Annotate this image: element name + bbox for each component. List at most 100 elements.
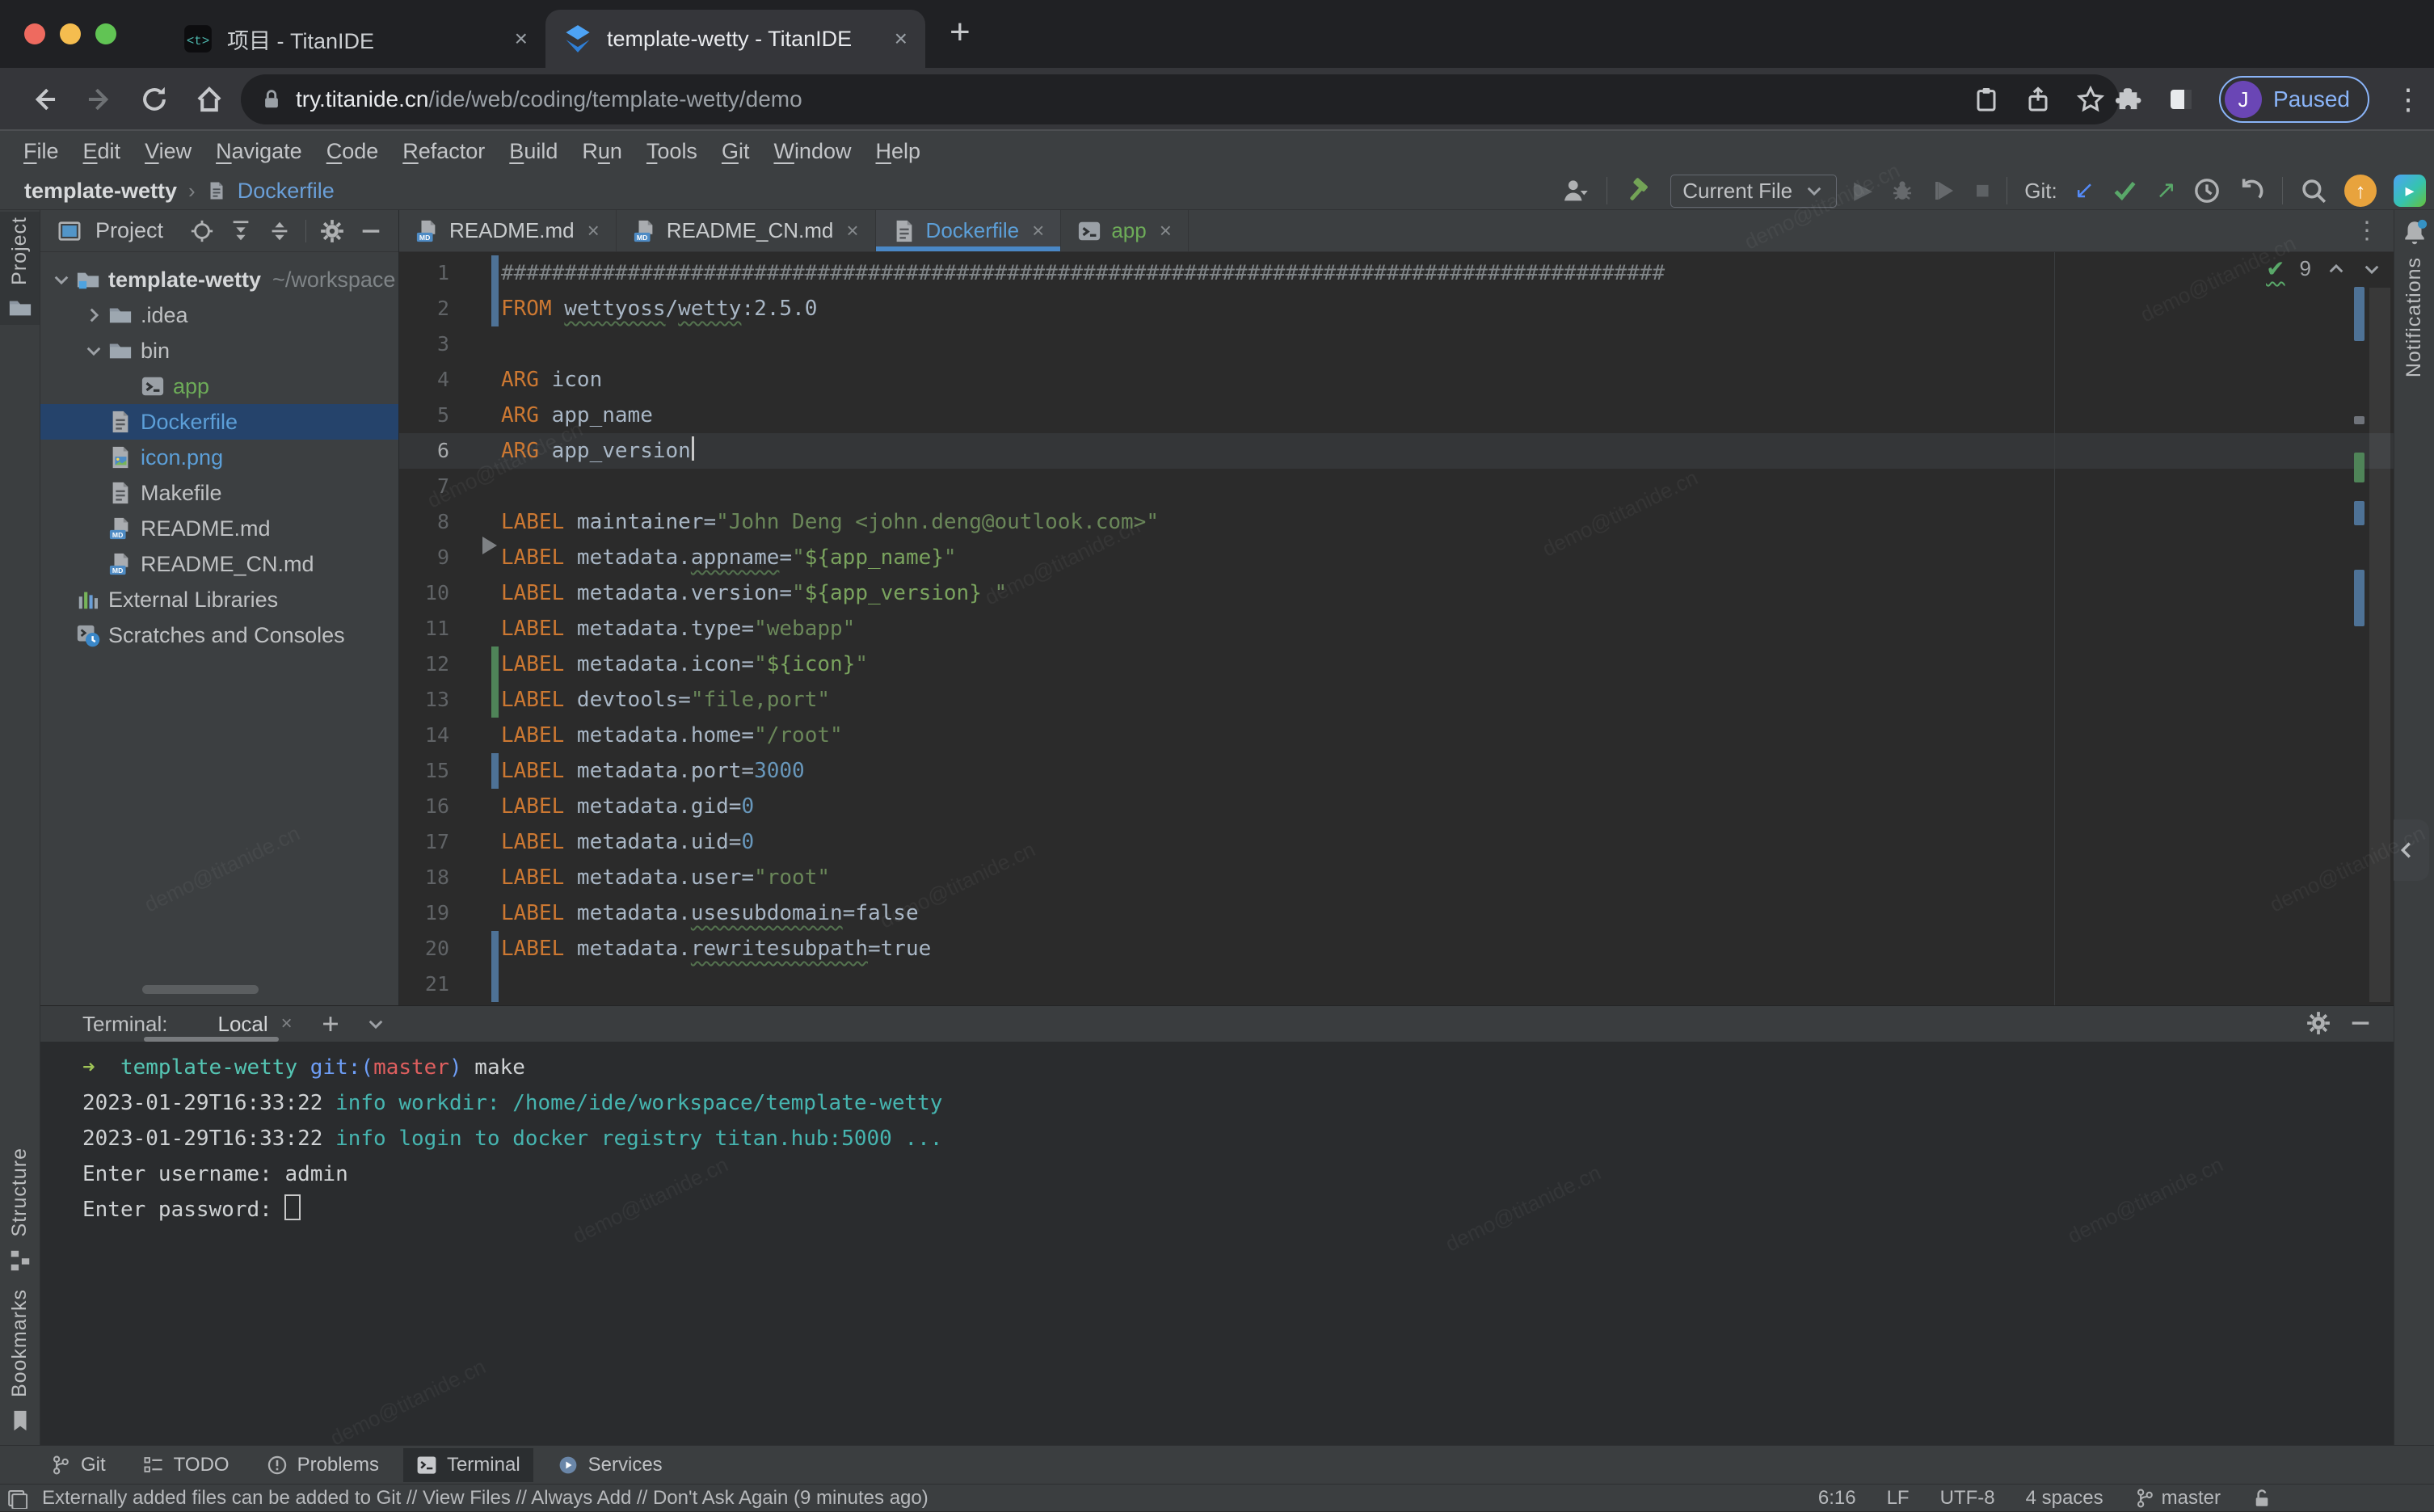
build-hammer-icon[interactable] bbox=[1624, 176, 1653, 205]
new-tab-button[interactable]: + bbox=[950, 15, 971, 50]
tree-item-readme-md[interactable]: MDREADME.md bbox=[40, 511, 399, 546]
window-minimize-button[interactable] bbox=[60, 23, 81, 44]
new-terminal-icon[interactable] bbox=[320, 1013, 341, 1034]
stripe-mark[interactable] bbox=[2354, 501, 2365, 525]
code-line[interactable]: 13LABEL devtools="file,port" bbox=[399, 682, 2394, 718]
toolwindow-button-terminal[interactable]: Terminal bbox=[403, 1448, 533, 1482]
collapse-all-icon[interactable] bbox=[267, 219, 293, 243]
debug-bug-icon[interactable] bbox=[1889, 178, 1915, 204]
git-commit-check-icon[interactable] bbox=[2112, 177, 2139, 204]
profile-button[interactable]: J Paused bbox=[2219, 76, 2369, 123]
lock-icon[interactable] bbox=[260, 86, 283, 112]
tab-close-icon[interactable]: × bbox=[587, 218, 600, 243]
chevron-up-icon[interactable] bbox=[2326, 259, 2347, 280]
tool-button-notifications[interactable]: Notifications bbox=[2394, 218, 2434, 377]
tab-close-icon[interactable]: × bbox=[1032, 218, 1044, 243]
inspection-widget[interactable]: ✔ 9 bbox=[2266, 255, 2382, 282]
line-ending[interactable]: LF bbox=[1887, 1487, 1910, 1510]
code-line[interactable]: 8LABEL maintainer="John Deng <john.deng@… bbox=[399, 504, 2394, 540]
breadcrumb-project[interactable]: template-wetty bbox=[24, 179, 177, 204]
terminal-output[interactable]: ➜ template-wetty git:(master) make2023-0… bbox=[40, 1042, 2394, 1228]
search-icon[interactable] bbox=[2300, 177, 2327, 204]
menu-edit[interactable]: Edit bbox=[71, 139, 133, 164]
gutter-marker-icon[interactable] bbox=[482, 537, 497, 554]
tree-item-external-libraries[interactable]: External Libraries bbox=[40, 582, 399, 617]
expand-all-icon[interactable] bbox=[228, 219, 254, 243]
menu-view[interactable]: View bbox=[133, 139, 204, 164]
menu-code[interactable]: Code bbox=[314, 139, 391, 164]
user-icon[interactable] bbox=[1560, 176, 1590, 205]
terminal-tab-close-icon[interactable]: × bbox=[281, 1013, 293, 1035]
code-line[interactable]: 1#######################################… bbox=[399, 255, 2394, 291]
tab-close-icon[interactable]: × bbox=[515, 26, 528, 52]
run-icon[interactable]: ▶ bbox=[1854, 179, 1872, 203]
tree-item-bin[interactable]: bin bbox=[40, 333, 399, 369]
stripe-mark[interactable] bbox=[2354, 416, 2365, 424]
stripe-mark[interactable] bbox=[2354, 453, 2365, 482]
window-zoom-button[interactable] bbox=[95, 23, 116, 44]
menu-refactor[interactable]: Refactor bbox=[390, 139, 497, 164]
code-line[interactable]: 21 bbox=[399, 967, 2394, 1002]
back-icon[interactable] bbox=[29, 84, 60, 115]
git-push-icon[interactable]: ↗ bbox=[2156, 179, 2176, 203]
menu-window[interactable]: Window bbox=[761, 139, 863, 164]
file-encoding[interactable]: UTF-8 bbox=[1940, 1487, 1995, 1510]
home-icon[interactable] bbox=[194, 84, 225, 115]
toolwindow-button-services[interactable]: Services bbox=[545, 1448, 676, 1482]
code-line[interactable]: 15LABEL metadata.port=3000 bbox=[399, 753, 2394, 789]
tool-button-project[interactable]: Project bbox=[0, 212, 40, 325]
unlock-icon[interactable] bbox=[2251, 1487, 2272, 1510]
tool-button-structure[interactable]: Structure bbox=[0, 1148, 40, 1272]
status-message[interactable]: Externally added files can be added to G… bbox=[42, 1487, 929, 1510]
editor-tab-options-icon[interactable]: ⋮ bbox=[2355, 217, 2394, 245]
code-line[interactable]: 3 bbox=[399, 326, 2394, 362]
tree-item-template-wetty[interactable]: template-wetty~/workspace bbox=[40, 262, 399, 297]
coverage-icon[interactable] bbox=[1932, 178, 1958, 204]
browser-menu-icon[interactable]: ⋮ bbox=[2394, 82, 2423, 116]
gear-icon[interactable] bbox=[2306, 1011, 2331, 1035]
toolwindow-button-todo[interactable]: TODO bbox=[130, 1448, 242, 1482]
editor-tab-dockerfile[interactable]: Dockerfile× bbox=[876, 210, 1062, 251]
browser-tab[interactable]: template-wetty - TitanIDE× bbox=[545, 10, 925, 68]
menu-navigate[interactable]: Navigate bbox=[204, 139, 314, 164]
menu-file[interactable]: File bbox=[11, 139, 71, 164]
tree-item--idea[interactable]: .idea bbox=[40, 297, 399, 333]
code-editor[interactable]: 1#######################################… bbox=[399, 252, 2394, 1005]
code-line[interactable]: 19LABEL metadata.usesubdomain=false bbox=[399, 895, 2394, 931]
tab-close-icon[interactable]: × bbox=[846, 218, 858, 243]
tree-item-icon-png[interactable]: icon.png bbox=[40, 440, 399, 475]
code-line[interactable]: 11LABEL metadata.type="webapp" bbox=[399, 611, 2394, 646]
locate-file-icon[interactable] bbox=[189, 219, 215, 243]
stripe-mark[interactable] bbox=[2354, 570, 2365, 626]
editor-tab-app[interactable]: app× bbox=[1061, 210, 1189, 251]
share-icon[interactable] bbox=[2025, 86, 2051, 113]
git-branch-widget[interactable]: master bbox=[2134, 1487, 2221, 1510]
browser-tab[interactable]: <t>项目 - TitanIDE× bbox=[166, 10, 545, 68]
editor-tab-readme-md[interactable]: MDREADME.md× bbox=[399, 210, 617, 251]
tree-item-dockerfile[interactable]: Dockerfile bbox=[40, 404, 399, 440]
code-line[interactable]: 17LABEL metadata.uid=0 bbox=[399, 824, 2394, 860]
horizontal-scrollbar[interactable] bbox=[142, 985, 259, 994]
chevron-down-icon[interactable] bbox=[365, 1013, 386, 1034]
minimize-icon[interactable] bbox=[2348, 1011, 2373, 1035]
tree-item-readme-cn-md[interactable]: MDREADME_CN.md bbox=[40, 546, 399, 582]
menu-git[interactable]: Git bbox=[710, 139, 762, 164]
tab-close-icon[interactable]: × bbox=[895, 26, 907, 52]
sidebar-toggle-icon[interactable] bbox=[2167, 86, 2195, 112]
caret-position[interactable]: 6:16 bbox=[1818, 1487, 1856, 1510]
toolwindow-button-problems[interactable]: Problems bbox=[254, 1448, 392, 1482]
clipboard-icon[interactable] bbox=[1973, 86, 1999, 113]
tree-item-app[interactable]: app bbox=[40, 369, 399, 404]
chevron-down-icon[interactable] bbox=[2361, 259, 2382, 280]
window-close-button[interactable] bbox=[24, 23, 45, 44]
rollback-icon[interactable] bbox=[2238, 177, 2265, 204]
gear-icon[interactable] bbox=[319, 219, 345, 243]
tab-close-icon[interactable]: × bbox=[1160, 218, 1172, 243]
tool-button-bookmarks[interactable]: Bookmarks bbox=[0, 1289, 40, 1433]
menu-tools[interactable]: Tools bbox=[634, 139, 710, 164]
titanide-logo-icon[interactable]: ▸ bbox=[2394, 175, 2426, 207]
indent-setting[interactable]: 4 spaces bbox=[2026, 1487, 2103, 1510]
code-line[interactable]: 4ARG icon bbox=[399, 362, 2394, 398]
extensions-puzzle-icon[interactable] bbox=[2116, 86, 2143, 113]
address-bar[interactable]: try.titanide.cn/ide/web/coding/template-… bbox=[241, 74, 2119, 124]
